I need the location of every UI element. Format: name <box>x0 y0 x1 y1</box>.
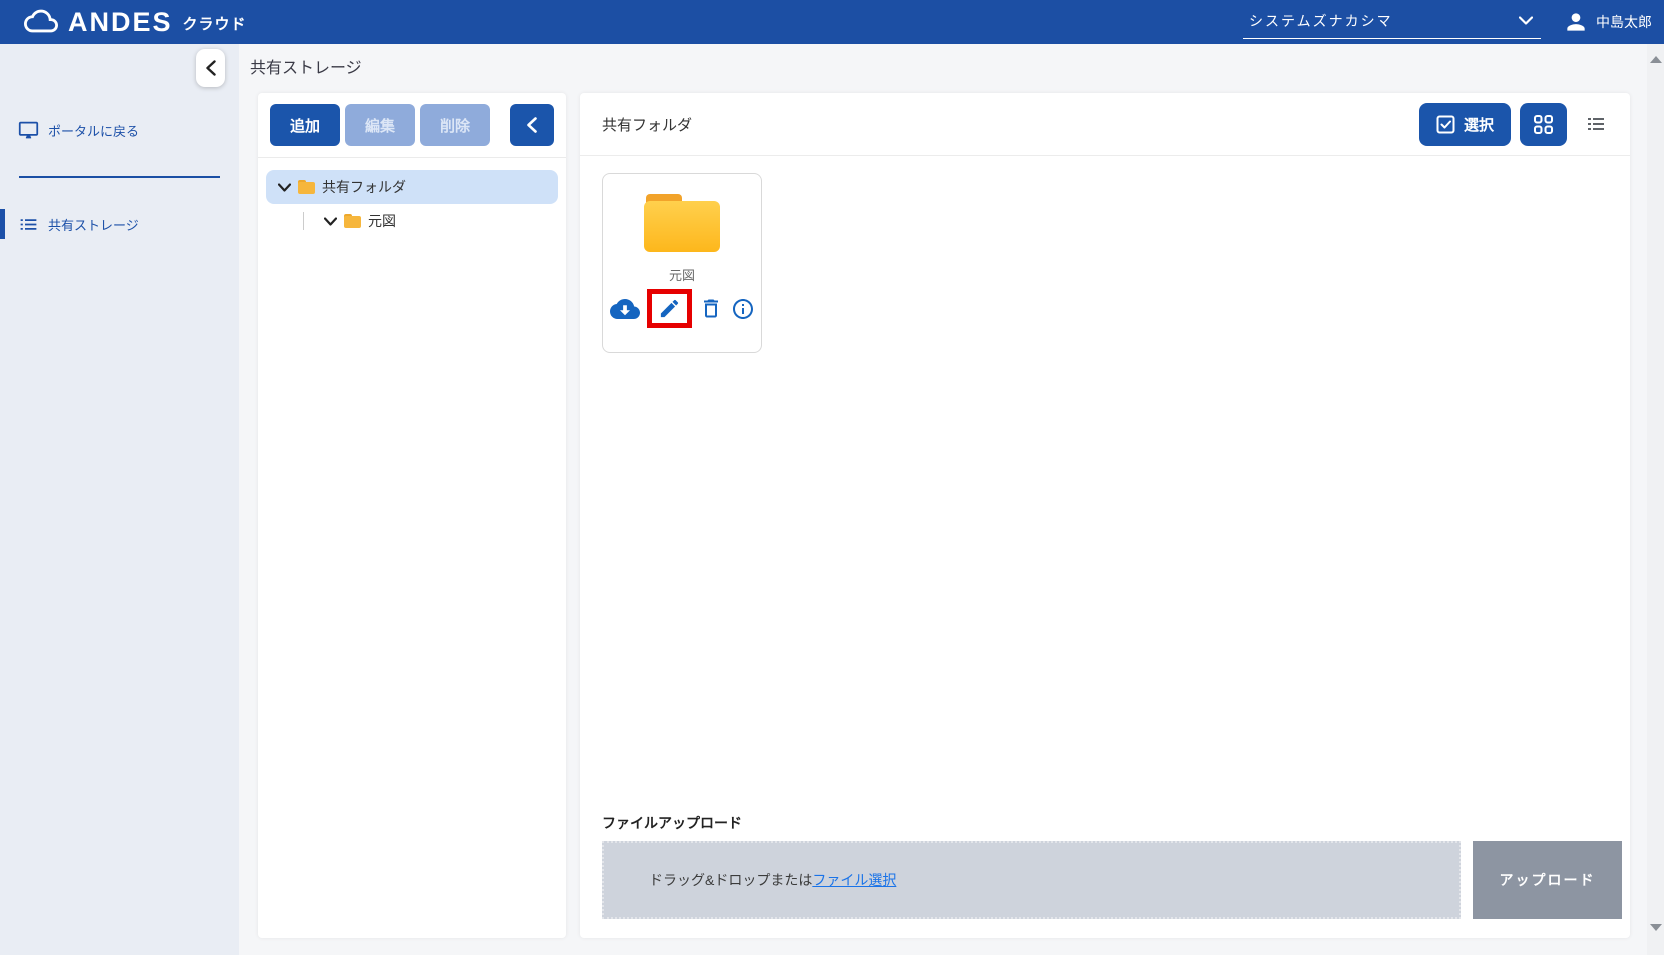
list-view-button[interactable] <box>1584 112 1608 136</box>
chevron-down-icon[interactable] <box>324 217 337 226</box>
file-dropzone[interactable]: ドラッグ&ドロップまたはファイル選択 <box>602 841 1461 919</box>
list-icon <box>18 214 39 235</box>
sidebar-item-shared-storage[interactable]: 共有ストレージ <box>0 204 239 244</box>
sidebar-divider <box>19 176 220 178</box>
grid-view-icon <box>1533 114 1554 135</box>
trash-icon <box>699 296 723 321</box>
cloud-download-icon <box>610 297 640 321</box>
chevron-down-icon <box>1519 16 1533 25</box>
scroll-down-arrow-icon[interactable] <box>1650 924 1662 931</box>
folder-icon <box>344 214 361 228</box>
tree-collapse-button[interactable] <box>510 104 554 146</box>
info-icon <box>731 297 755 321</box>
download-button[interactable] <box>606 297 644 321</box>
edit-pencil-icon <box>658 297 681 320</box>
folder-tree-panel: 追加 編集 削除 共有フォルダ 元図 <box>258 93 566 938</box>
list-view-icon <box>1584 112 1608 136</box>
folder-icon <box>298 180 315 194</box>
monitor-icon <box>18 120 39 141</box>
user-name: 中島太郎 <box>1596 12 1652 32</box>
file-list-panel: 共有フォルダ 選択 元図 <box>580 93 1630 938</box>
current-folder-heading: 共有フォルダ <box>602 114 692 135</box>
user-menu[interactable]: 中島太郎 <box>1563 9 1652 35</box>
grid-view-button[interactable] <box>1520 103 1567 146</box>
delete-button[interactable]: 削除 <box>420 104 490 146</box>
select-mode-label: 選択 <box>1464 114 1494 135</box>
upload-heading: ファイルアップロード <box>602 813 1622 833</box>
tenant-select[interactable]: システムズナカシマ <box>1243 6 1541 39</box>
dropzone-text: ドラッグ&ドロップまたは <box>649 870 812 890</box>
sidebar-collapse-button[interactable] <box>196 49 225 87</box>
add-button[interactable]: 追加 <box>270 104 340 146</box>
folder-tree: 共有フォルダ 元図 <box>258 158 566 250</box>
select-mode-button[interactable]: 選択 <box>1419 103 1511 146</box>
folder-card-actions <box>606 289 759 328</box>
tree-node-shared-folder[interactable]: 共有フォルダ <box>266 170 558 204</box>
edit-button[interactable]: 編集 <box>345 104 415 146</box>
tree-node-genzu[interactable]: 元図 <box>266 204 558 238</box>
page-title: 共有ストレージ <box>250 54 362 78</box>
upload-section: ファイルアップロード ドラッグ&ドロップまたはファイル選択 アップロード <box>602 813 1622 919</box>
folder-icon-large[interactable] <box>644 194 720 252</box>
file-select-link[interactable]: ファイル選択 <box>812 870 896 890</box>
chevron-left-icon <box>206 60 216 76</box>
user-avatar-icon <box>1563 9 1589 35</box>
tree-indent-guide <box>303 212 304 230</box>
brand-suffix: クラウド <box>183 13 247 34</box>
folder-card-name: 元図 <box>669 265 695 284</box>
app-header: ANDES クラウド システムズナカシマ 中島太郎 <box>0 0 1664 44</box>
vertical-scrollbar[interactable] <box>1647 44 1664 955</box>
sidebar-item-portal[interactable]: ポータルに戻る <box>0 110 239 150</box>
tree-node-label: 元図 <box>368 211 396 231</box>
cloud-logo-icon <box>24 8 58 34</box>
scroll-up-arrow-icon[interactable] <box>1650 56 1662 63</box>
sidebar-item-label: ポータルに戻る <box>48 121 139 140</box>
delete-folder-button[interactable] <box>695 296 727 321</box>
annotation-highlight-box <box>647 289 692 328</box>
tenant-select-value: システムズナカシマ <box>1249 11 1519 31</box>
folder-card: 元図 <box>602 173 762 353</box>
checkbox-check-icon <box>1436 115 1455 134</box>
upload-button[interactable]: アップロード <box>1473 841 1622 919</box>
brand-name: ANDES <box>68 9 173 36</box>
sidebar-item-label: 共有ストレージ <box>48 215 139 234</box>
info-button[interactable] <box>727 297 759 321</box>
sidebar: ポータルに戻る 共有ストレージ <box>0 44 239 955</box>
tree-node-label: 共有フォルダ <box>322 177 406 197</box>
brand-logo: ANDES クラウド <box>24 8 247 36</box>
rename-button[interactable] <box>658 297 681 320</box>
file-list-header: 共有フォルダ 選択 <box>580 93 1630 156</box>
tree-toolbar: 追加 編集 削除 <box>258 93 566 158</box>
chevron-left-icon <box>527 117 537 133</box>
chevron-down-icon[interactable] <box>278 183 291 192</box>
